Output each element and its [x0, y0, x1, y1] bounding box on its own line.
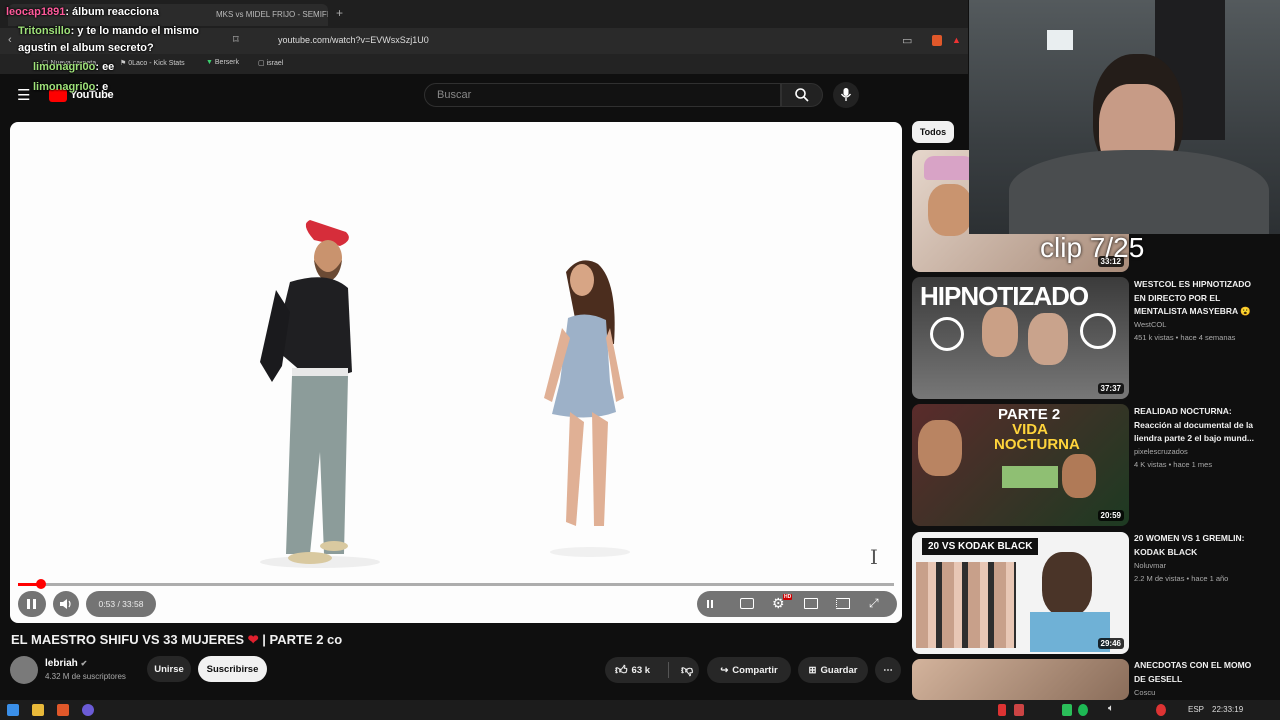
dislike-icon[interactable]: 👎︎ — [681, 663, 693, 678]
bookmark-item[interactable]: ▢ israel — [258, 59, 283, 67]
autoplay-toggle-icon[interactable] — [707, 600, 713, 608]
heart-icon: ❤ — [247, 632, 259, 647]
save-icon: ⊞ — [808, 664, 817, 676]
mic-icon — [840, 88, 852, 101]
video-frame: I — [260, 220, 878, 569]
progress-handle[interactable] — [35, 579, 46, 589]
chat-message: leocap1891: álbum reacciona — [6, 6, 159, 18]
volume-icon — [60, 599, 71, 609]
taskbar: 🔈︎ ESP 22:33:19 — [0, 700, 1280, 720]
menu-icon[interactable]: ☰ — [17, 86, 30, 104]
spotify-icon[interactable] — [1078, 704, 1088, 716]
brave-shield-icon[interactable] — [932, 35, 942, 46]
like-icon[interactable]: 👍︎ — [615, 663, 628, 678]
player-right-controls: ⚙ HD ⤢ — [697, 591, 897, 617]
pause-icon — [27, 599, 36, 609]
verified-icon: ✔ — [80, 659, 88, 668]
clip-counter: clip 7/25 — [1040, 232, 1145, 263]
video-duration: 29:46 — [1097, 638, 1124, 649]
more-icon: ⋯ — [883, 664, 893, 676]
svg-text:I: I — [870, 545, 878, 569]
recommendation-title[interactable]: WESTCOL ES HIPNOTIZADO EN DIRECTO POR EL… — [1134, 278, 1264, 319]
filter-chip-all[interactable]: Todos — [912, 121, 954, 143]
rewards-icon[interactable]: ▲ — [952, 35, 961, 45]
recommendation-channel[interactable]: pixelescruzados — [1134, 447, 1188, 456]
like-dislike-group: 👍︎ 63 k 👎︎ — [605, 657, 699, 683]
recommendation-meta: 2.2 M de vistas • hace 1 año — [1134, 574, 1229, 583]
video-player[interactable]: I — [10, 122, 902, 623]
video-duration: 37:37 — [1097, 383, 1124, 394]
discord-icon[interactable] — [82, 704, 94, 716]
subtitles-icon[interactable] — [740, 598, 754, 609]
search-icon — [795, 88, 809, 102]
more-actions-button[interactable]: ⋯ — [875, 657, 901, 683]
recommendation-title[interactable]: 20 WOMEN VS 1 GREMLIN: KODAK BLACK — [1134, 532, 1264, 559]
recommendation-title[interactable]: REALIDAD NOCTURNA: Reacción al documenta… — [1134, 405, 1264, 446]
share-icon: ↪ — [720, 664, 729, 676]
windows-start-icon[interactable] — [7, 704, 19, 716]
recommendation-meta: 4 K vistas • hace 1 mes — [1134, 460, 1213, 469]
back-icon[interactable]: ‹ — [8, 34, 12, 46]
chat-message: agustin el album secreto? — [18, 42, 154, 54]
bookmarks-bar: ▢ Nueva carpeta ⚑ 0Laco - Kick Stats ▼ B… — [0, 54, 968, 74]
like-count[interactable]: 63 k — [632, 665, 651, 676]
progress-bar[interactable] — [18, 583, 894, 586]
hd-badge: HD — [783, 594, 793, 600]
recommendation-title[interactable]: ANECDOTAS CON EL MOMO DE GESELL — [1134, 659, 1264, 686]
time-display: 0:53 / 33:58 — [86, 591, 156, 617]
bookmark-icon[interactable]: ⌑ — [233, 33, 239, 46]
bookmark-item[interactable]: ▼ Berserk — [206, 59, 239, 66]
youtube-header: ☰ YouTube Buscar — [0, 74, 968, 116]
tray-icon[interactable] — [1062, 704, 1072, 716]
url-field[interactable]: youtube.com/watch?v=EVWsxSzj1U0 — [262, 32, 862, 50]
search-button[interactable] — [781, 83, 823, 107]
fullscreen-icon[interactable]: ⤢ — [869, 596, 879, 611]
subscribe-button[interactable]: Suscribirse — [198, 656, 267, 682]
recommendation-thumbnail[interactable]: 20 VS KODAK BLACK 29:46 — [912, 532, 1129, 654]
share-button[interactable]: ↪ Compartir — [707, 657, 791, 683]
video-title: EL MAESTRO SHIFU VS 33 MUJERES ❤ | PARTE… — [11, 632, 343, 647]
webcam-overlay — [969, 0, 1280, 234]
screen-icon[interactable]: ▭ — [902, 34, 912, 47]
video-duration: 20:59 — [1097, 510, 1124, 521]
chat-message: limonagri0o: e — [33, 81, 109, 93]
tray-icon[interactable] — [1014, 704, 1024, 716]
chat-message: Tritonsillo: y te lo mando el mismo — [18, 25, 199, 37]
recommendation-thumbnail[interactable]: PARTE 2 VIDA NOCTURNA 20:59 — [912, 404, 1129, 526]
save-button[interactable]: ⊞ Guardar — [798, 657, 868, 683]
new-tab-button[interactable]: + — [336, 6, 343, 20]
language-indicator[interactable]: ESP — [1188, 705, 1204, 714]
recommendation-channel[interactable]: WestCOL — [1134, 320, 1166, 329]
recommendation-thumbnail[interactable]: HIPNOTIZADO 37:37 — [912, 277, 1129, 399]
recommendation-channel[interactable]: Noluvmar — [1134, 561, 1166, 570]
voice-search-button[interactable] — [833, 82, 859, 108]
volume-button[interactable] — [53, 591, 79, 617]
channel-name[interactable]: lebriah ✔ — [45, 658, 87, 669]
bookmark-item[interactable]: ⚑ 0Laco - Kick Stats — [120, 59, 185, 67]
recommendation-channel[interactable]: Coscu — [1134, 688, 1155, 697]
join-button[interactable]: Unirse — [147, 656, 191, 682]
volume-tray-icon[interactable]: 🔈︎ — [1108, 703, 1114, 714]
recommendation-thumbnail[interactable] — [912, 659, 1129, 700]
miniplayer-icon[interactable] — [804, 598, 818, 609]
clock[interactable]: 22:33:19 — [1212, 705, 1243, 714]
chat-message: limonagri0o: ee — [33, 61, 115, 73]
wall-poster — [1047, 30, 1073, 50]
brave-browser-icon[interactable] — [57, 704, 69, 716]
channel-avatar[interactable] — [10, 656, 38, 684]
tray-icon[interactable] — [998, 704, 1006, 716]
cast-icon[interactable] — [836, 598, 850, 609]
subscriber-count: 4.32 M de suscriptores — [45, 672, 126, 681]
tray-icon[interactable] — [1156, 704, 1166, 716]
search-input[interactable]: Buscar — [424, 83, 781, 107]
recommendation-meta: 451 k vistas • hace 4 semanas — [1134, 333, 1236, 342]
file-explorer-icon[interactable] — [32, 704, 44, 716]
pause-button[interactable] — [18, 591, 46, 617]
